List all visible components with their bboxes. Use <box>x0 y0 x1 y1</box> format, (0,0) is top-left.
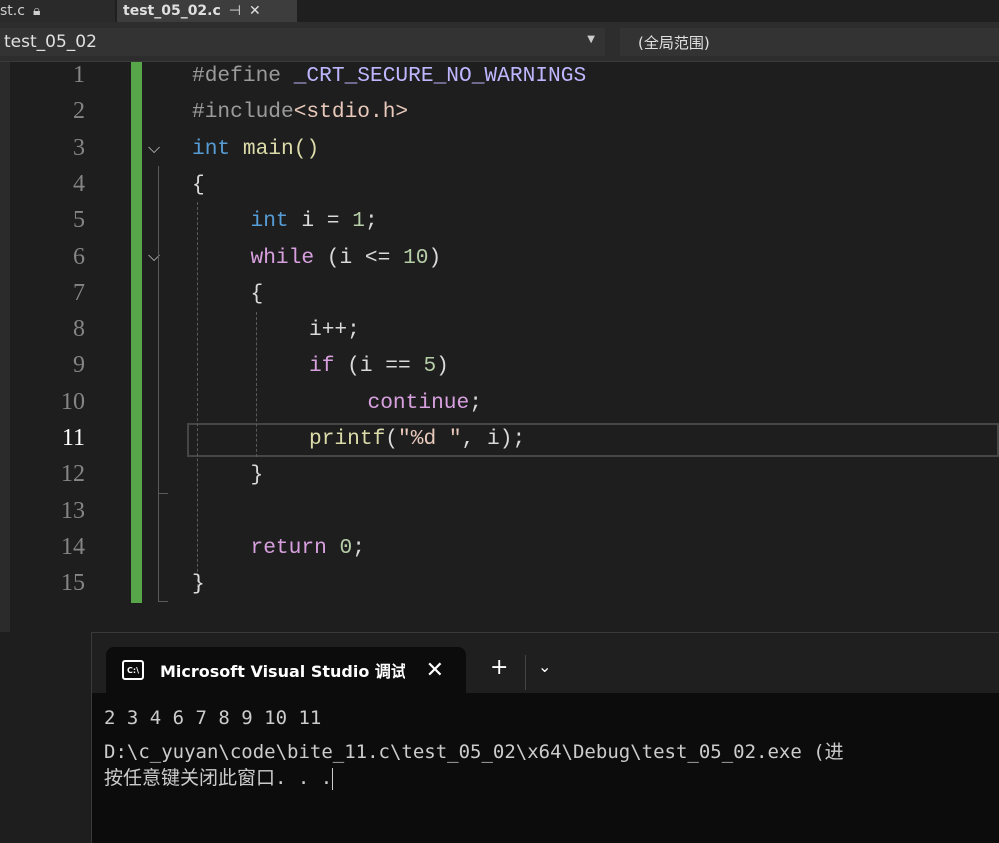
code-token: #define <box>192 64 294 88</box>
project-name: test_05_02 <box>4 32 97 52</box>
code-token: #include <box>192 100 294 125</box>
line-number: 14 <box>61 533 85 560</box>
code-token: i++; <box>309 318 360 343</box>
scope-dropdown[interactable]: (全局范围) <box>620 28 999 56</box>
code-line[interactable]: #include<stdio.h> <box>192 100 408 124</box>
lock-icon: 🔒︎ <box>32 3 41 19</box>
code-token: int <box>192 136 231 161</box>
pin-icon[interactable]: ⊣ <box>229 3 241 19</box>
code-token: while <box>250 245 315 270</box>
code-token: { <box>192 172 205 197</box>
code-token: } <box>250 463 264 488</box>
line-number: 15 <box>61 570 85 597</box>
project-dropdown[interactable]: test_05_02 ▼ <box>0 28 605 56</box>
code-token: ; <box>352 535 365 560</box>
tab-label: st.c <box>0 3 25 19</box>
code-token: 1 <box>352 209 365 234</box>
text-cursor <box>332 767 334 790</box>
code-line[interactable]: } <box>192 572 205 596</box>
tab-label: test_05_02.c <box>123 3 221 19</box>
code-line[interactable]: continue; <box>368 391 482 415</box>
code-token: printf <box>309 427 386 451</box>
code-token: i = <box>288 209 353 234</box>
code-token: ; <box>364 209 378 234</box>
line-number: 8 <box>73 316 85 343</box>
margin <box>0 62 10 632</box>
fold-chevron-icon[interactable]: ⌵ <box>148 138 160 158</box>
code-token: 5 <box>423 354 437 379</box>
indent-guide <box>256 312 257 457</box>
code-token: ( <box>385 427 399 451</box>
indent-guide <box>197 202 198 592</box>
navigation-bar: test_05_02 ▼ (全局范围) <box>0 22 999 62</box>
code-token: (i <= <box>314 245 404 270</box>
console-tab-title: Microsoft Visual Studio 调试控 <box>160 662 405 681</box>
line-number: 10 <box>61 388 85 415</box>
new-tab-button[interactable]: + <box>490 655 508 680</box>
code-token: continue <box>367 390 470 415</box>
terminal-icon: C:\ <box>122 660 144 680</box>
code-line[interactable]: { <box>192 173 205 197</box>
line-number: 12 <box>61 461 85 488</box>
console-output-line: 按任意键关闭此窗口. . . <box>104 763 334 790</box>
code-line[interactable]: i++; <box>309 318 360 342</box>
line-number: 5 <box>73 207 85 234</box>
code-line[interactable]: #define _CRT_SECURE_NO_WARNINGS <box>192 64 586 88</box>
dropdown-arrow-icon: ▼ <box>587 34 595 45</box>
code-token: 0 <box>339 535 353 560</box>
code-token: _CRT_SECURE_NO_WARNINGS <box>293 64 587 88</box>
code-token: int <box>250 209 289 234</box>
tab-test-05-02-c[interactable]: test_05_02.c ⊣ ✕ <box>117 0 297 22</box>
close-icon[interactable]: ✕ <box>249 3 261 19</box>
code-token: ) <box>428 245 442 270</box>
close-icon[interactable]: ✕ <box>426 658 444 683</box>
chevron-down-icon[interactable]: ⌄ <box>538 657 551 676</box>
code-line[interactable]: int main() <box>192 137 319 161</box>
console-tab[interactable]: C:\ Microsoft Visual Studio 调试控 ✕ <box>106 647 466 693</box>
code-token: 10 <box>403 245 429 270</box>
line-number: 7 <box>73 279 85 306</box>
code-editor[interactable]: ⌵ ⌵ 1 2 3 4 5 6 7 8 9 10 11 12 13 14 15 #define _CRT_SE… <box>0 62 999 632</box>
console-tab-bar: C:\ Microsoft Visual Studio 调试控 ✕ + ⌄ <box>92 633 999 693</box>
code-line[interactable]: } <box>251 463 264 487</box>
console-prompt-text: 按任意键关闭此窗口. . . <box>104 767 333 789</box>
console-output-line: 2 3 4 6 7 8 9 10 11 <box>104 707 322 729</box>
line-number: 6 <box>73 243 85 270</box>
code-token: (i == <box>334 354 424 379</box>
code-line[interactable]: if (i == 5) <box>309 354 449 378</box>
tab-st-c[interactable]: st.c 🔒︎ <box>0 0 115 22</box>
code-line[interactable]: { <box>251 282 264 306</box>
code-token: { <box>250 281 264 306</box>
console-window[interactable]: C:\ Microsoft Visual Studio 调试控 ✕ + ⌄ 2 … <box>91 632 999 843</box>
code-token: , i); <box>461 427 526 451</box>
code-token: <stdio.h> <box>293 100 409 125</box>
fold-line <box>158 493 168 494</box>
line-number: 11 <box>61 425 85 451</box>
line-number: 3 <box>73 134 85 161</box>
divider <box>525 655 526 690</box>
console-output-line: D:\c_yuyan\code\bite_11.c\test_05_02\x64… <box>104 741 844 763</box>
code-token: "%d " <box>398 427 462 451</box>
code-token: return <box>250 535 327 560</box>
line-number: 2 <box>73 98 85 125</box>
change-indicator-bar <box>131 62 142 603</box>
fold-line <box>158 601 168 602</box>
line-number: 13 <box>61 497 85 524</box>
document-tab-bar: st.c 🔒︎ test_05_02.c ⊣ ✕ <box>0 0 999 22</box>
code-token: ) <box>436 354 449 379</box>
code-token: ; <box>469 390 482 415</box>
scope-name: (全局范围) <box>638 33 710 52</box>
code-line[interactable]: printf("%d ", i); <box>309 427 525 451</box>
code-token: if <box>309 354 335 379</box>
code-line[interactable]: int i = 1; <box>251 209 378 233</box>
line-number: 9 <box>73 352 85 379</box>
line-number: 1 <box>73 62 85 88</box>
code-token: main() <box>230 136 320 161</box>
fold-line <box>158 275 159 601</box>
code-token: } <box>192 572 205 597</box>
line-number: 4 <box>73 170 85 197</box>
code-line[interactable]: while (i <= 10) <box>251 246 442 270</box>
code-line[interactable]: return 0; <box>251 536 365 560</box>
